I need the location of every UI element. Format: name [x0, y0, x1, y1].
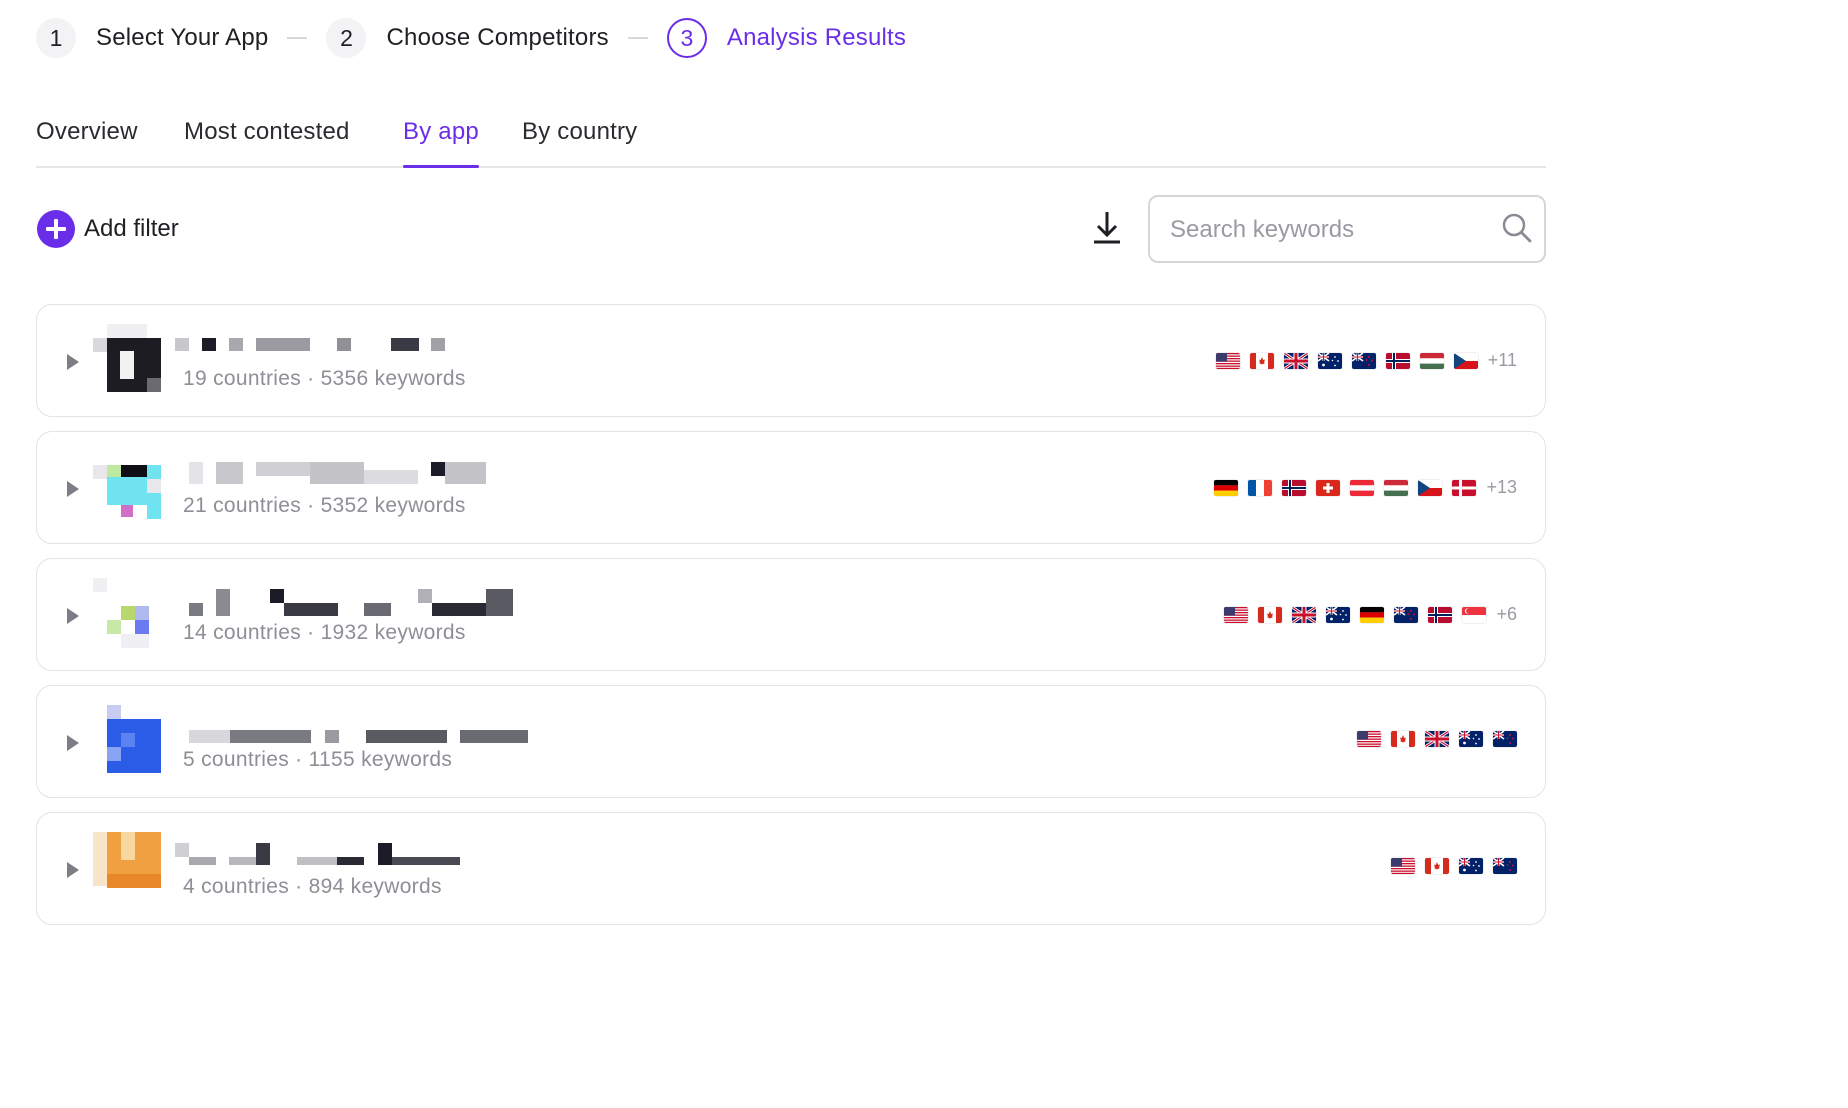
step-label: Analysis Results	[726, 24, 907, 51]
step-separator	[287, 37, 308, 39]
progress-stepper: 1 Select Your App 2 Choose Competitors 3…	[36, 17, 906, 59]
flag-ch-icon	[1316, 479, 1341, 496]
search-input[interactable]	[1170, 213, 1490, 247]
flag-ca-icon	[1391, 731, 1415, 747]
search-field[interactable]	[1148, 195, 1546, 263]
tab-label: By app	[403, 118, 479, 145]
app-name-redacted	[175, 589, 535, 616]
app-card[interactable]: 21 countries · 5352 keywords +13	[36, 431, 1546, 544]
download-icon	[1094, 212, 1120, 244]
flag-us-icon	[1215, 352, 1240, 369]
flag-dk-icon	[1452, 479, 1477, 496]
tab-most-contested[interactable]: Most contested	[184, 118, 350, 166]
add-filter-button[interactable]: Add filter	[37, 210, 179, 248]
app-name-redacted	[175, 716, 535, 743]
more-countries-count: +11	[1487, 350, 1517, 370]
flag-nz-icon	[1493, 731, 1517, 747]
flag-us-icon	[1224, 606, 1249, 623]
flag-at-icon	[1350, 479, 1375, 496]
app-meta: 14 countries · 1932 keywords	[183, 621, 466, 644]
flag-hu-icon	[1384, 479, 1409, 496]
step-number: 2	[326, 18, 367, 58]
more-countries-count: +6	[1496, 604, 1517, 624]
country-flags	[1347, 731, 1517, 747]
flag-hu-icon	[1419, 352, 1444, 369]
app-icon	[93, 451, 165, 521]
country-flags: +13	[1204, 477, 1517, 498]
flag-no-icon	[1428, 606, 1453, 623]
app-meta: 5 countries · 1155 keywords	[183, 748, 453, 771]
search-icon[interactable]	[1500, 211, 1534, 245]
plus-icon	[37, 210, 75, 248]
flag-gb-icon	[1425, 731, 1449, 747]
flag-cz-icon	[1453, 352, 1478, 369]
flag-au-icon	[1459, 731, 1483, 747]
step-label: Choose Competitors	[386, 24, 609, 51]
more-countries-count: +13	[1486, 477, 1517, 497]
flag-fr-icon	[1248, 479, 1273, 496]
app-name-redacted	[175, 843, 535, 865]
app-meta: 4 countries · 894 keywords	[183, 875, 442, 898]
app-meta: 19 countries · 5356 keywords	[183, 367, 466, 390]
flag-us-icon	[1391, 858, 1415, 874]
step-choose-competitors[interactable]: 2 Choose Competitors	[326, 18, 609, 58]
step-analysis-results[interactable]: 3 Analysis Results	[666, 18, 907, 58]
step-select-app[interactable]: 1 Select Your App	[36, 18, 268, 58]
flag-de-icon	[1360, 606, 1385, 623]
tab-by-app[interactable]: By app	[403, 118, 479, 168]
app-card[interactable]: 14 countries · 1932 keywords +6	[36, 558, 1546, 671]
country-flags: +6	[1214, 604, 1517, 625]
app-icon	[93, 832, 165, 902]
expand-caret-icon[interactable]	[67, 735, 79, 751]
app-card[interactable]: 5 countries · 1155 keywords	[36, 685, 1546, 798]
app-icon	[93, 705, 165, 775]
flag-gb-icon	[1283, 352, 1308, 369]
app-meta: 21 countries · 5352 keywords	[183, 494, 466, 517]
flag-nz-icon	[1493, 858, 1517, 874]
expand-caret-icon[interactable]	[67, 481, 79, 497]
active-tab-indicator	[403, 165, 479, 168]
flag-ca-icon	[1249, 352, 1274, 369]
country-flags: +11	[1206, 350, 1517, 371]
tab-by-country[interactable]: By country	[522, 118, 637, 166]
country-flags	[1381, 858, 1517, 874]
flag-no-icon	[1282, 479, 1307, 496]
app-name-redacted	[175, 335, 535, 357]
app-card[interactable]: 19 countries · 5356 keywords +11	[36, 304, 1546, 417]
app-list: 19 countries · 5356 keywords +11 21 coun…	[36, 304, 1546, 939]
step-label: Select Your App	[96, 24, 269, 51]
add-filter-label: Add filter	[84, 215, 179, 242]
results-tabs: Overview Most contested By app By countr…	[36, 110, 1546, 168]
flag-nz-icon	[1394, 606, 1419, 623]
flag-us-icon	[1357, 731, 1381, 747]
expand-caret-icon[interactable]	[67, 354, 79, 370]
flag-au-icon	[1317, 352, 1342, 369]
flag-au-icon	[1459, 858, 1483, 874]
flag-sg-icon	[1462, 606, 1487, 623]
flag-de-icon	[1214, 479, 1239, 496]
step-number: 1	[36, 18, 76, 58]
flag-cz-icon	[1418, 479, 1443, 496]
flag-au-icon	[1326, 606, 1351, 623]
app-icon	[93, 578, 165, 648]
app-icon	[93, 324, 165, 394]
expand-caret-icon[interactable]	[67, 862, 79, 878]
flag-gb-icon	[1292, 606, 1317, 623]
app-card[interactable]: 4 countries · 894 keywords	[36, 812, 1546, 925]
flag-ca-icon	[1258, 606, 1283, 623]
expand-caret-icon[interactable]	[67, 608, 79, 624]
step-number: 3	[666, 18, 707, 58]
flag-ca-icon	[1425, 858, 1449, 874]
download-button[interactable]	[1090, 210, 1124, 246]
step-separator	[627, 37, 648, 39]
flag-no-icon	[1385, 352, 1410, 369]
tab-overview[interactable]: Overview	[36, 118, 138, 166]
flag-nz-icon	[1351, 352, 1376, 369]
app-name-redacted	[175, 462, 535, 484]
